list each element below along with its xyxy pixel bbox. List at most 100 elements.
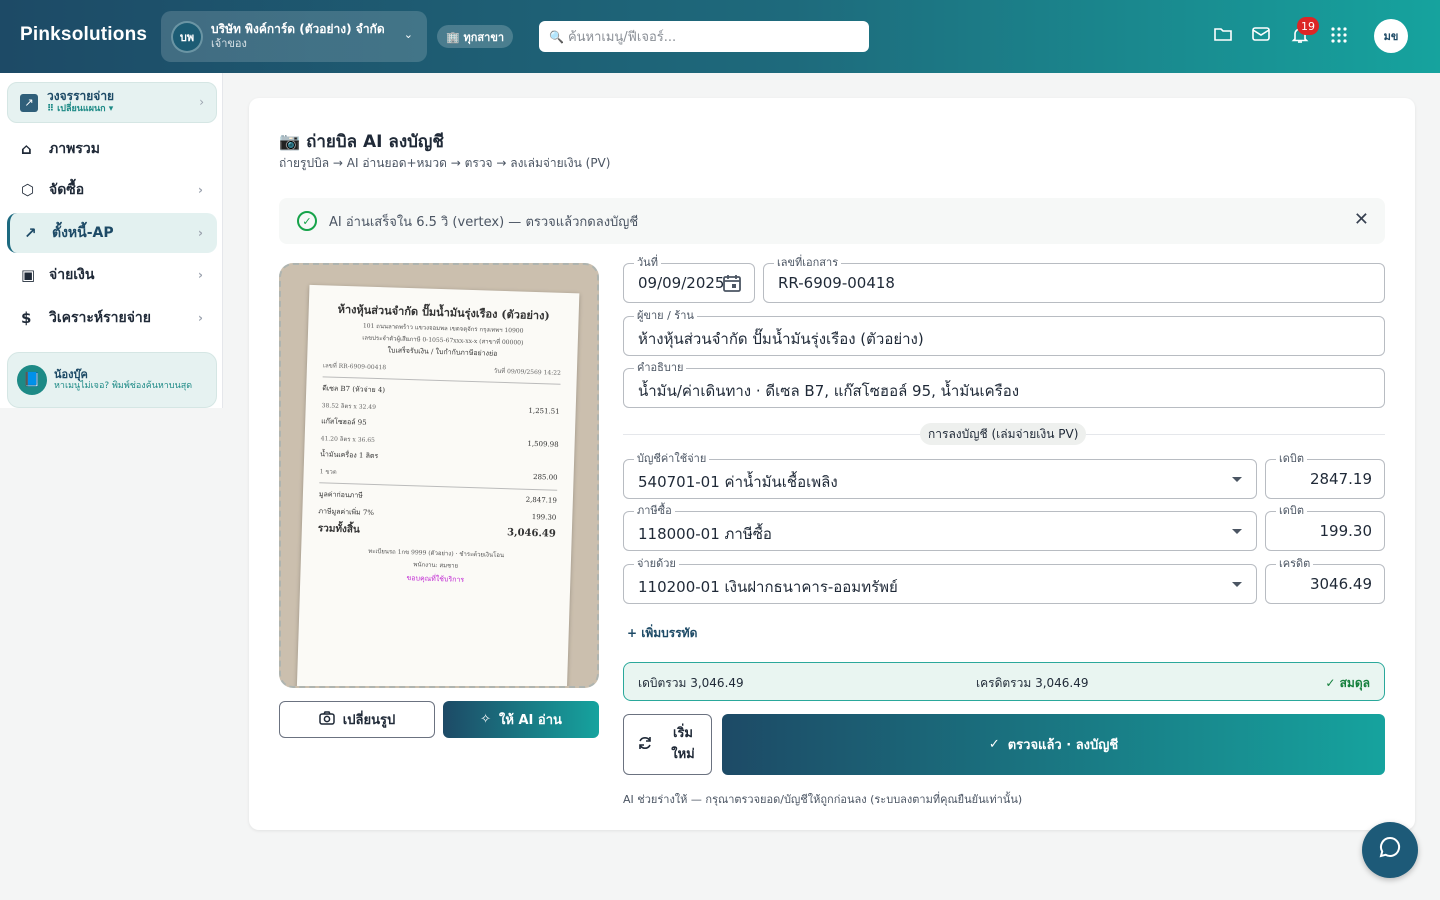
- receipt-thanks: ขอบคุณที่ใช้บริการ: [406, 574, 465, 584]
- chat-bubble-icon: [1378, 835, 1402, 865]
- entry-amount-field[interactable]: เครดิต 3046.49: [1265, 557, 1385, 604]
- entry-amount: 2847.19: [1309, 470, 1372, 488]
- description-field[interactable]: คำอธิบาย น้ำมัน/ค่าเดินทาง · ดีเซล B7, แ…: [623, 361, 1385, 408]
- chevron-right-icon: ›: [198, 311, 203, 325]
- entry-amount-field[interactable]: เดบิต 199.30: [1265, 504, 1385, 551]
- receipt-line-name: แก๊สโซฮอล์ 95: [321, 417, 367, 427]
- receipt-image: ห้างหุ้นส่วนจำกัด ปั๊มน้ำมันรุ่งเรือง (ต…: [296, 284, 580, 686]
- entry-amount-field[interactable]: เดบิต 2847.19: [1265, 452, 1385, 499]
- date-value: 09/09/2025: [638, 274, 724, 292]
- receipt-line-amount: 1,251.51: [528, 406, 560, 416]
- chat-button[interactable]: [1362, 822, 1418, 878]
- notification-badge: 19: [1297, 17, 1319, 35]
- chevron-down-icon: ⌄: [403, 28, 413, 41]
- company-avatar: บพ: [171, 20, 203, 53]
- sidebar-item-label: ภาพรวม: [49, 141, 100, 157]
- receipt-line-detail: 41.20 ลิตร x 36.65: [320, 435, 376, 444]
- wallet-icon: ▣: [21, 266, 36, 284]
- sidebar-item-purchasing[interactable]: ⬡ จัดซื้อ ›: [7, 170, 217, 210]
- close-icon[interactable]: ✕: [1354, 209, 1369, 230]
- entry-side: เครดิต: [1276, 557, 1314, 571]
- company-role: เจ้าของ: [211, 37, 247, 51]
- mail-icon[interactable]: [1252, 26, 1270, 46]
- change-image-label: เปลี่ยนรูป: [342, 713, 396, 728]
- receipt-line-amount: 1,509.98: [527, 439, 559, 449]
- document-number-label: เลขที่เอกสาร: [774, 256, 842, 270]
- credit-total: เครดิตรวม 3,046.49: [976, 676, 1089, 690]
- sidebar-item-label: วิเคราะห์รายจ่าย: [49, 310, 151, 326]
- chevron-right-icon: ›: [198, 183, 203, 197]
- sidebar-item-overview[interactable]: ⌂ ภาพรวม: [7, 129, 217, 169]
- input-vat-account-select[interactable]: ภาษีซื้อ 118000-01 ภาษีซื้อ: [623, 504, 1257, 551]
- chevron-down-icon: [1232, 477, 1242, 482]
- ai-read-label: ให้ AI อ่าน: [499, 713, 562, 728]
- search-placeholder: ค้นหาเมนู/ฟีเจอร์...: [567, 30, 677, 45]
- box-icon: ⬡: [21, 181, 35, 199]
- apps-grid-icon[interactable]: [1330, 26, 1348, 48]
- search-input[interactable]: 🔍 ค้นหาเมนู/ฟีเจอร์...: [539, 21, 869, 52]
- page-title: 📷 ถ่ายบิล AI ลงบัญชี: [279, 132, 444, 152]
- entry-label: ภาษีซื้อ: [634, 504, 675, 518]
- workspace-switcher[interactable]: ↗ วงจรรายจ่าย ⠿ เปลี่ยนแผนก ▾ ›: [7, 82, 217, 123]
- user-avatar[interactable]: มข: [1374, 19, 1408, 53]
- helper-subtitle: หาเมนูไม่เจอ? พิมพ์ช่องค้นหาบนสุด: [54, 381, 193, 392]
- entry-side: เดบิต: [1276, 452, 1308, 466]
- sidebar-item-ap[interactable]: ↗ ตั้งหนี้-AP ›: [7, 213, 217, 253]
- search-icon: 🔍: [549, 29, 564, 44]
- balance-summary: เดบิตรวม 3,046.49 เครดิตรวม 3,046.49 ✓ ส…: [623, 662, 1385, 701]
- alert-text: AI อ่านเสร็จใน 6.5 วิ (vertex) — ตรวจแล้…: [329, 214, 639, 230]
- top-bar: Pinksolutions บพ บริษัท พิงค์การ์ด (ตัวอ…: [0, 0, 1440, 73]
- assistant-helper[interactable]: 📘 น้องบุ๊ค หาเมนูไม่เจอ? พิมพ์ช่องค้นหาบ…: [7, 352, 217, 408]
- date-label: วันที่: [634, 256, 661, 270]
- check-circle-icon: ✓: [297, 211, 317, 231]
- sidebar: ↗ วงจรรายจ่าย ⠿ เปลี่ยนแผนก ▾ › ⌂ ภาพรวม…: [0, 73, 223, 408]
- folder-icon[interactable]: [1214, 26, 1232, 46]
- arrow-up-right-icon: ↗: [20, 93, 38, 112]
- date-field[interactable]: วันที่ 09/09/2025: [623, 256, 755, 303]
- company-switcher[interactable]: บพ บริษัท พิงค์การ์ด (ตัวอย่าง) จำกัด เจ…: [161, 11, 427, 62]
- add-line-button[interactable]: + เพิ่มบรรทัด: [627, 624, 697, 643]
- expense-account-select[interactable]: บัญชีค่าใช้จ่าย 540701-01 ค่าน้ำมันเชื้อ…: [623, 452, 1257, 499]
- post-entry-label: ตรวจแล้ว · ลงบัญชี: [1007, 738, 1119, 753]
- refresh-icon: [638, 736, 652, 754]
- ai-receipt-card: 📷 ถ่ายบิล AI ลงบัญชี ถ่ายรูปบิล → AI อ่า…: [249, 98, 1415, 830]
- chevron-down-icon: [1232, 582, 1242, 587]
- receipt-line-name: น้ำมันเครื่อง 1 ลิตร: [320, 450, 379, 461]
- receipt-icon: $: [21, 309, 32, 327]
- change-image-button[interactable]: เปลี่ยนรูป: [279, 701, 435, 738]
- vendor-value: ห้างหุ้นส่วนจำกัด ปั๊มน้ำมันรุ่งเรือง (ต…: [638, 330, 924, 348]
- entry-amount: 199.30: [1319, 522, 1373, 540]
- brand-logo[interactable]: Pinksolutions: [20, 24, 147, 46]
- post-entry-button[interactable]: ✓ ตรวจแล้ว · ลงบัญชี: [722, 714, 1385, 775]
- check-icon: ✓: [988, 737, 1000, 752]
- sidebar-item-expense-analysis[interactable]: $ วิเคราะห์รายจ่าย ›: [7, 298, 217, 338]
- receipt-vat: 199.30: [531, 512, 557, 522]
- entry-amount: 3046.49: [1309, 575, 1372, 593]
- receipt-image-dropzone[interactable]: ห้างหุ้นส่วนจำกัด ปั๊มน้ำมันรุ่งเรือง (ต…: [279, 263, 599, 688]
- sidebar-item-label: จ่ายเงิน: [49, 267, 95, 283]
- chevron-right-icon: ›: [199, 95, 204, 109]
- reset-button[interactable]: เริ่มใหม่: [623, 714, 712, 775]
- sparkle-icon: ✧: [480, 712, 492, 727]
- workspace-change[interactable]: ⠿ เปลี่ยนแผนก ▾: [47, 104, 114, 114]
- description-value: น้ำมัน/ค่าเดินทาง · ดีเซล B7, แก๊สโซฮอล์…: [638, 382, 1020, 400]
- branch-selector[interactable]: 🏢 ทุกสาขา: [437, 25, 514, 48]
- sidebar-item-label: ตั้งหนี้-AP: [52, 225, 114, 241]
- book-icon: 📘: [17, 365, 47, 395]
- receipt-line-detail: 1 ขวด: [319, 468, 337, 476]
- entry-account: 110200-01 เงินฝากธนาคาร-ออมทรัพย์: [638, 578, 898, 596]
- sidebar-item-payment[interactable]: ▣ จ่ายเงิน ›: [7, 255, 217, 295]
- page-subtitle: ถ่ายรูปบิล → AI อ่านยอด+หมวด → ตรวจ → ลง…: [279, 156, 611, 170]
- helper-title: น้องบุ๊ค: [54, 368, 88, 381]
- calendar-icon[interactable]: [722, 273, 742, 298]
- document-number-field[interactable]: เลขที่เอกสาร RR-6909-00418: [763, 256, 1385, 303]
- camera-icon: [319, 710, 335, 729]
- ai-read-button[interactable]: ✧ ให้ AI อ่าน: [443, 701, 599, 738]
- payment-account-select[interactable]: จ่ายด้วย 110200-01 เงินฝากธนาคาร-ออมทรัพ…: [623, 557, 1257, 604]
- chevron-down-icon: [1232, 529, 1242, 534]
- entry-side: เดบิต: [1276, 504, 1308, 518]
- entry-label: บัญชีค่าใช้จ่าย: [634, 452, 710, 466]
- receipt-total: 3,046.49: [506, 527, 556, 540]
- vendor-label: ผู้ขาย / ร้าน: [634, 309, 697, 323]
- vendor-field[interactable]: ผู้ขาย / ร้าน ห้างหุ้นส่วนจำกัด ปั๊มน้ำม…: [623, 309, 1385, 356]
